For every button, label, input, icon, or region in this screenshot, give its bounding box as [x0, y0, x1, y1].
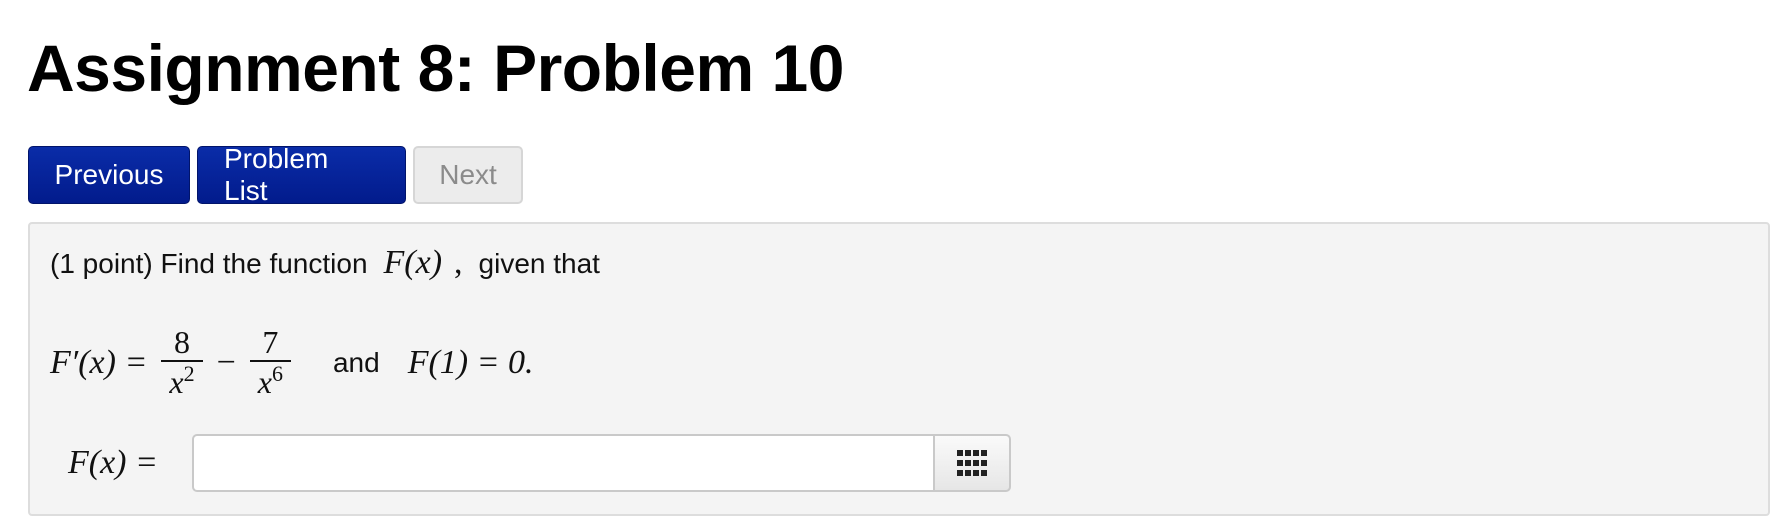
fraction-1-numerator: 8 — [173, 324, 190, 360]
problem-panel: (1 point) Find the function F(x) , given… — [28, 222, 1770, 516]
problem-points-text: (1 point) Find the function — [50, 248, 368, 279]
and-text: and — [332, 347, 380, 378]
problem-statement: (1 point) Find the function F(x) , given… — [50, 244, 600, 282]
initial-condition: F(1) = 0. — [407, 344, 534, 381]
answer-row: F(x) = — [68, 434, 1011, 492]
answer-input[interactable] — [192, 434, 933, 492]
statement-comma: , — [454, 244, 463, 281]
derivative-lhs: F′(x) = — [50, 344, 148, 381]
previous-button[interactable]: Previous — [28, 146, 190, 204]
problem-list-button[interactable]: Problem List — [197, 143, 406, 206]
minus-operator: − — [216, 344, 236, 381]
problem-navigation: Previous Problem List Next — [28, 143, 523, 206]
fraction-2-denominator: x6 — [257, 361, 283, 401]
fraction-term-2: 7 x6 — [249, 324, 291, 402]
fraction-1-denominator: x2 — [169, 361, 195, 401]
next-button: Next — [413, 146, 523, 204]
answer-label: F(x) = — [68, 444, 158, 481]
fraction-term-1: 8 x2 — [161, 324, 203, 402]
function-name: F(x) — [383, 244, 443, 281]
fraction-1-exponent: 2 — [183, 361, 195, 386]
fraction-2-exponent: 6 — [271, 361, 283, 386]
grid-icon — [957, 450, 987, 476]
page-title: Assignment 8: Problem 10 — [27, 31, 844, 105]
derivative-equation: F′(x) = 8 x2 − 7 x6 and F(1) = 0. — [50, 320, 534, 406]
fraction-2-numerator: 7 — [262, 324, 279, 360]
equation-editor-button[interactable] — [933, 434, 1011, 492]
given-text: given that — [478, 248, 600, 279]
